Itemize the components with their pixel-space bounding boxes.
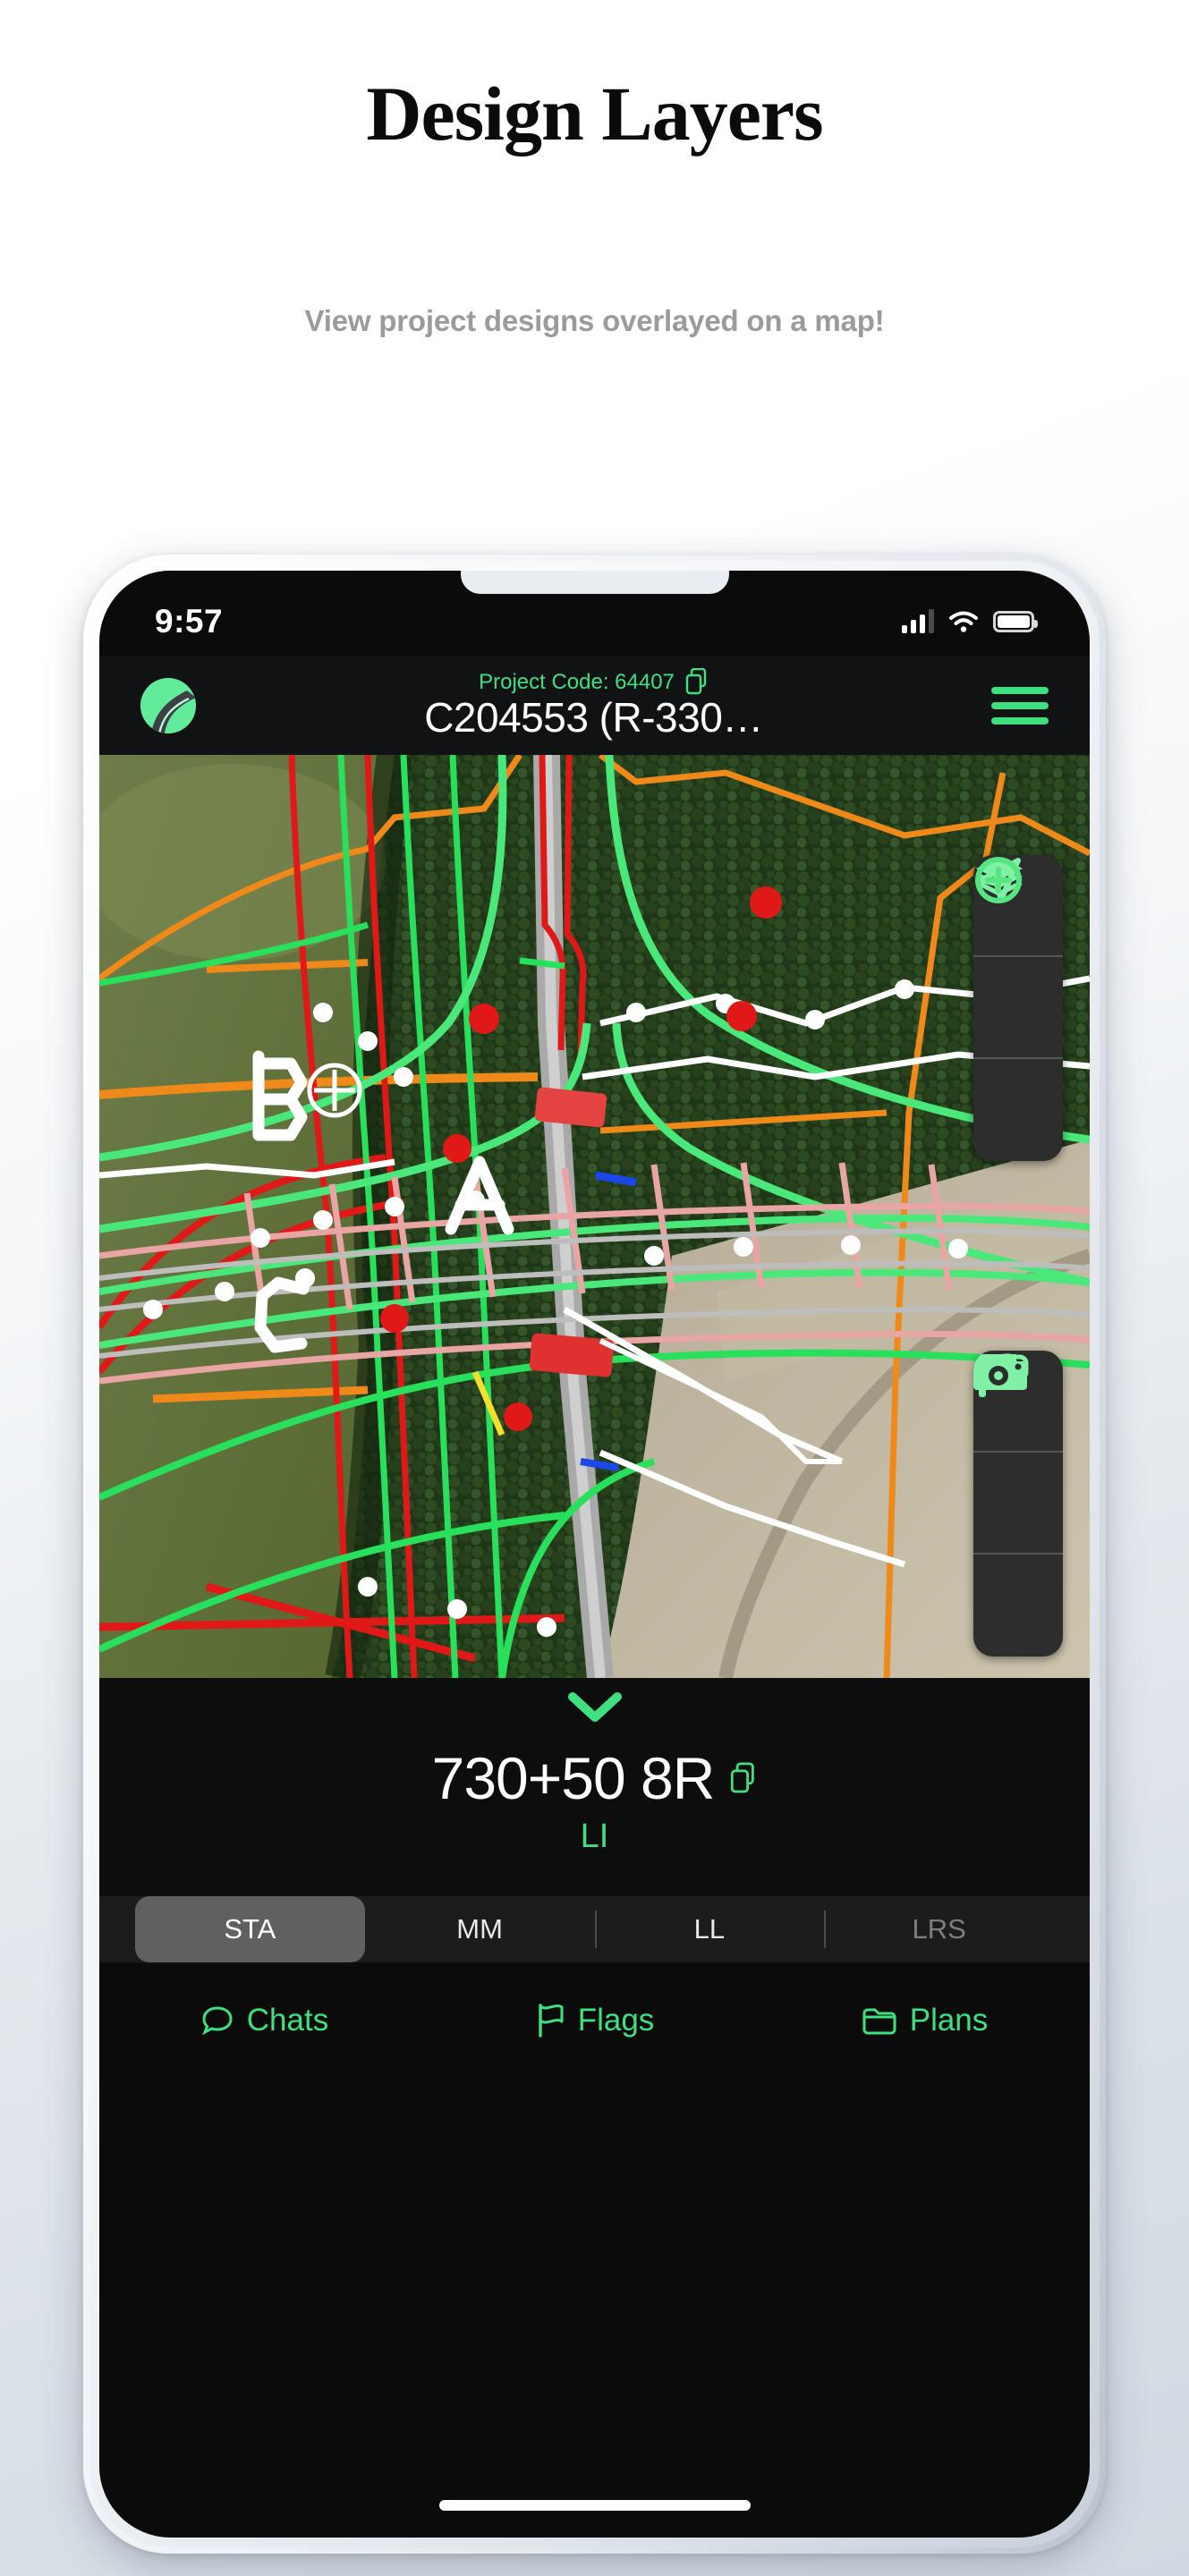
project-code-label: Project Code: 64407: [479, 669, 675, 694]
camera-button[interactable]: [973, 1354, 1063, 1657]
tab-sta[interactable]: STA: [135, 1896, 365, 1962]
app-header: Project Code: 64407 C204553 (R-330…: [99, 657, 1090, 755]
nav-item-chats[interactable]: Chats: [99, 2003, 429, 2038]
nav-label-plans: Plans: [909, 2003, 989, 2038]
app-logo-road-icon[interactable]: [140, 678, 196, 733]
station-sub-label: LI: [580, 1818, 609, 1855]
locate-me-button[interactable]: [973, 858, 1063, 1059]
measurement-mode-segmented: STA MM LL LRS: [99, 1896, 1090, 1962]
nav-item-plans[interactable]: Plans: [760, 2003, 1090, 2038]
status-icons: [902, 609, 1038, 633]
phone-bezel: 9:57 Project Code: 64407 C204553 (R-330……: [99, 571, 1090, 2538]
camera-icon: [973, 1354, 1027, 1390]
tab-mm[interactable]: MM: [365, 1896, 595, 1962]
station-value: 730+50 8R: [431, 1745, 716, 1811]
phone-mockup: 9:57 Project Code: 64407 C204553 (R-330……: [83, 555, 1106, 2554]
station-info-panel: 730+50 8R LI: [99, 1678, 1090, 1896]
folder-icon: [862, 2008, 896, 2035]
hamburger-menu-icon[interactable]: [991, 687, 1049, 724]
copy-icon[interactable]: [730, 1762, 757, 1794]
plus-circle-icon: [975, 857, 1022, 903]
add-point-button[interactable]: [973, 857, 1063, 1161]
nav-label-chats: Chats: [246, 2003, 329, 2038]
station-value-row: 730+50 8R: [99, 1744, 1090, 1812]
home-indicator[interactable]: [438, 2500, 751, 2511]
wifi-icon: [949, 611, 978, 632]
nav-label-flags: Flags: [577, 2003, 655, 2038]
page-subtitle: View project designs overlayed on a map!: [304, 304, 885, 337]
cellular-signal-icon: [902, 609, 934, 633]
status-clock: 9:57: [155, 603, 224, 640]
bottom-navigation: Chats Flags Plans: [99, 1962, 1090, 2079]
flag-outline-icon: [539, 2004, 564, 2038]
chat-bubble-icon: [201, 2006, 233, 2036]
map-view[interactable]: [99, 755, 1090, 1678]
tab-ll[interactable]: LL: [594, 1896, 825, 1962]
tab-lrs[interactable]: LRS: [824, 1896, 1054, 1962]
phone-screen: 9:57 Project Code: 64407 C204553 (R-330……: [99, 571, 1090, 2538]
page-title: Design Layers: [366, 71, 823, 157]
place-flag-button[interactable]: [973, 1353, 1063, 1555]
copy-icon[interactable]: [685, 668, 709, 695]
phone-notch: [460, 571, 729, 594]
map-controls-bottom: [973, 1351, 1063, 1657]
map-canvas: [99, 755, 1090, 1678]
map-controls-top: [973, 855, 1063, 1161]
header-title-block: Project Code: 64407 C204553 (R-330…: [196, 668, 991, 740]
project-title[interactable]: C204553 (R-330…: [196, 696, 991, 740]
battery-icon: [993, 611, 1038, 632]
chevron-down-icon[interactable]: [99, 1692, 1090, 1724]
nav-item-flags[interactable]: Flags: [429, 2003, 760, 2038]
project-code-row: Project Code: 64407: [196, 668, 991, 695]
